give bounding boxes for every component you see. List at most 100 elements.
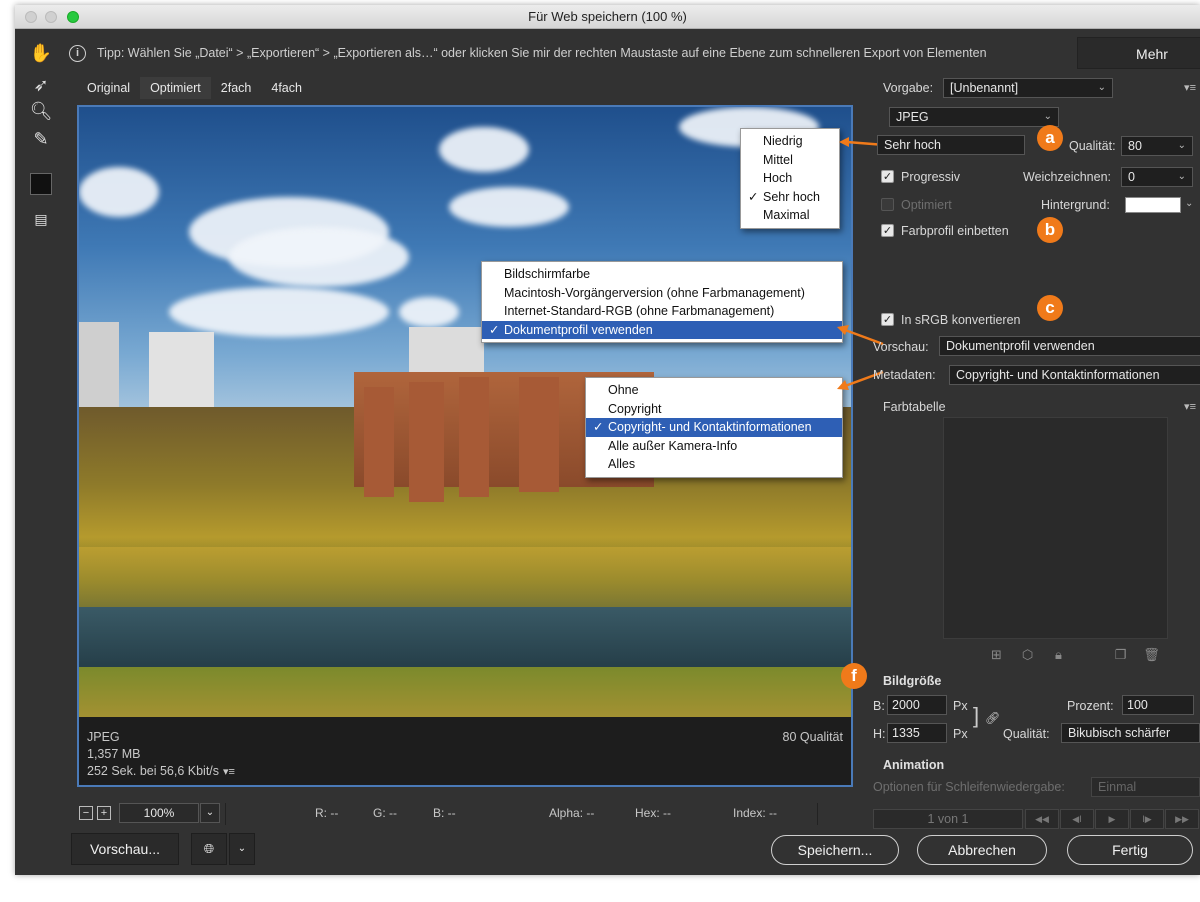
preview-dropdown[interactable]: Dokumentprofil verwenden xyxy=(939,336,1200,356)
preview-option[interactable]: Bildschirmfarbe xyxy=(482,265,842,284)
width-label: B: xyxy=(873,699,885,713)
slice-select-icon[interactable]: ➶ xyxy=(29,73,53,97)
resample-quality-dropdown[interactable]: Bikubisch schärfer xyxy=(1061,723,1200,743)
chevron-down-icon: ⌄ xyxy=(1097,82,1106,93)
info-format: JPEG xyxy=(87,730,120,744)
metadata-option[interactable]: Ohne xyxy=(586,381,842,400)
metadata-option[interactable]: Alle außer Kamera-Info xyxy=(586,437,842,456)
info-quality: 80 Qualität xyxy=(782,730,843,744)
blue-readout: B: -- xyxy=(433,806,456,820)
quality-option[interactable]: Hoch xyxy=(741,169,839,188)
window-title: Für Web speichern (100 %) xyxy=(528,9,687,24)
check-icon: ✓ xyxy=(748,189,759,204)
metadata-option[interactable]: Alles xyxy=(586,455,842,474)
close-window-button[interactable] xyxy=(25,11,37,23)
quality-option[interactable]: Niedrig xyxy=(741,132,839,151)
panel-menu-icon[interactable]: ▾≡ xyxy=(223,766,235,778)
background-color-swatch[interactable] xyxy=(1125,197,1181,213)
browser-preview-icon[interactable]: 🌐︎ xyxy=(191,833,227,865)
metadata-option[interactable]: Copyright xyxy=(586,400,842,419)
annotation-badge-c: c xyxy=(1037,295,1063,321)
save-button[interactable]: Speichern... xyxy=(771,835,899,865)
minimize-window-button[interactable] xyxy=(45,11,57,23)
save-for-web-dialog: Für Web speichern (100 %) ✋ ➶ 🔍︎ ✎ ▤ i T… xyxy=(15,5,1200,875)
optimized-checkbox[interactable]: ✓ xyxy=(881,198,894,211)
alpha-readout: Alpha: -- xyxy=(549,806,595,820)
width-field[interactable]: 2000 xyxy=(887,695,947,715)
preview-button[interactable]: Vorschau... xyxy=(71,833,179,865)
button-bar: Vorschau... 🌐︎ ⌄ Speichern... Abbrechen … xyxy=(71,833,1200,869)
lock-icon[interactable]: 🔒︎ xyxy=(1043,647,1074,663)
width-unit: Px xyxy=(953,699,968,713)
loop-dropdown[interactable]: Einmal xyxy=(1091,777,1200,797)
web-snap-icon[interactable]: ⊞ xyxy=(981,647,1012,663)
format-dropdown[interactable]: JPEG ⌄ xyxy=(889,107,1059,127)
height-unit: Px xyxy=(953,727,968,741)
zoom-window-button[interactable] xyxy=(67,11,79,23)
tools-panel: ✋ ➶ 🔍︎ ✎ ▤ xyxy=(15,29,67,809)
tab-2up[interactable]: 2fach xyxy=(211,77,262,99)
done-button[interactable]: Fertig xyxy=(1067,835,1193,865)
blur-field[interactable]: 0 ⌄ xyxy=(1121,167,1193,187)
red-readout: R: -- xyxy=(315,806,339,820)
toggle-slices-icon[interactable]: ▤ xyxy=(29,207,53,231)
quality-option-selected[interactable]: ✓ Sehr hoch xyxy=(741,188,839,207)
zoom-out-icon[interactable]: − xyxy=(79,806,93,820)
info-time: 252 Sek. bei 56,6 Kbit/s xyxy=(87,764,220,778)
eyedropper-icon[interactable]: ✎ xyxy=(29,127,53,151)
tab-original[interactable]: Original xyxy=(77,77,140,99)
preview-option[interactable]: Internet-Standard-RGB (ohne Farbmanageme… xyxy=(482,302,842,321)
hex-readout: Hex: -- xyxy=(635,806,671,820)
check-icon: ✓ xyxy=(489,322,500,337)
hand-icon[interactable]: ✋ xyxy=(29,41,53,65)
resample-quality-label: Qualität: xyxy=(1003,727,1050,741)
chevron-down-icon: ⌄ xyxy=(1043,111,1052,122)
preset-dropdown[interactable]: [Unbenannt] ⌄ xyxy=(943,78,1113,98)
cancel-button[interactable]: Abbrechen xyxy=(917,835,1047,865)
quality-field[interactable]: 80 ⌄ xyxy=(1121,136,1193,156)
trash-icon[interactable]: 🗑︎ xyxy=(1136,647,1167,663)
new-color-icon[interactable]: ❐ xyxy=(1105,647,1136,663)
height-field[interactable]: 1335 xyxy=(887,723,947,743)
srgb-checkbox[interactable]: ✓ xyxy=(881,313,894,326)
progressive-label: Progressiv xyxy=(901,170,961,184)
panel-menu-icon[interactable]: ▾≡ xyxy=(1184,81,1196,94)
tab-4up[interactable]: 4fach xyxy=(261,77,312,99)
panel-menu-icon[interactable]: ▾≡ xyxy=(1184,400,1196,413)
color-swatch[interactable] xyxy=(30,173,52,195)
progressive-checkbox[interactable]: ✓ xyxy=(881,170,894,183)
info-size: 1,357 MB xyxy=(87,747,141,761)
link-bracket-icon: ] xyxy=(973,703,980,728)
image-size-title: Bildgröße xyxy=(883,674,942,688)
colortable-label: Farbtabelle xyxy=(883,400,946,414)
quality-option[interactable]: Maximal xyxy=(741,206,839,225)
zoom-icon[interactable]: 🔍︎ xyxy=(29,99,53,123)
percent-field[interactable]: 100 xyxy=(1122,695,1194,715)
preview-option[interactable]: Macintosh-Vorgängerversion (ohne Farbman… xyxy=(482,284,842,303)
preview-option-selected[interactable]: ✓ Dokumentprofil verwenden xyxy=(482,320,842,339)
blur-label: Weichzeichnen: xyxy=(1023,170,1112,184)
metadata-dropdown[interactable]: Copyright- und Kontaktinformationen xyxy=(949,365,1200,385)
chain-link-icon[interactable]: 🔗︎ xyxy=(985,711,1000,725)
chevron-down-icon[interactable]: ⌄ xyxy=(229,833,255,865)
settings-panel: Vorgabe: [Unbenannt] ⌄ ▾≡ JPEG ⌄ Sehr hoch… xyxy=(873,77,1200,829)
zoom-in-icon[interactable]: + xyxy=(97,806,111,820)
tab-optimized[interactable]: Optimiert xyxy=(140,77,211,99)
optimized-label: Optimiert xyxy=(901,198,952,212)
quality-preset-dropdown[interactable]: Sehr hoch xyxy=(877,135,1025,155)
zoom-dropdown[interactable]: 100% ⌄ xyxy=(119,803,220,823)
chevron-down-icon: ⌄ xyxy=(200,803,220,823)
quality-option[interactable]: Mittel xyxy=(741,151,839,170)
cube-icon[interactable]: ⬡ xyxy=(1012,647,1043,663)
srgb-label: In sRGB konvertieren xyxy=(901,313,1021,327)
quality-label: Qualität: xyxy=(1069,139,1116,153)
metadata-option-selected[interactable]: ✓ Copyright- und Kontaktinformationen xyxy=(586,418,842,437)
more-button[interactable]: Mehr xyxy=(1077,37,1200,69)
background-label: Hintergrund: xyxy=(1041,198,1110,212)
green-readout: G: -- xyxy=(373,806,397,820)
color-table xyxy=(943,417,1168,639)
embed-profile-checkbox[interactable]: ✓ xyxy=(881,224,894,237)
chevron-down-icon[interactable]: ⌄ xyxy=(1185,198,1193,209)
metadata-menu: Ohne Copyright ✓ Copyright- und Kontaktin… xyxy=(585,377,843,478)
annotation-badge-f: f xyxy=(841,663,867,689)
